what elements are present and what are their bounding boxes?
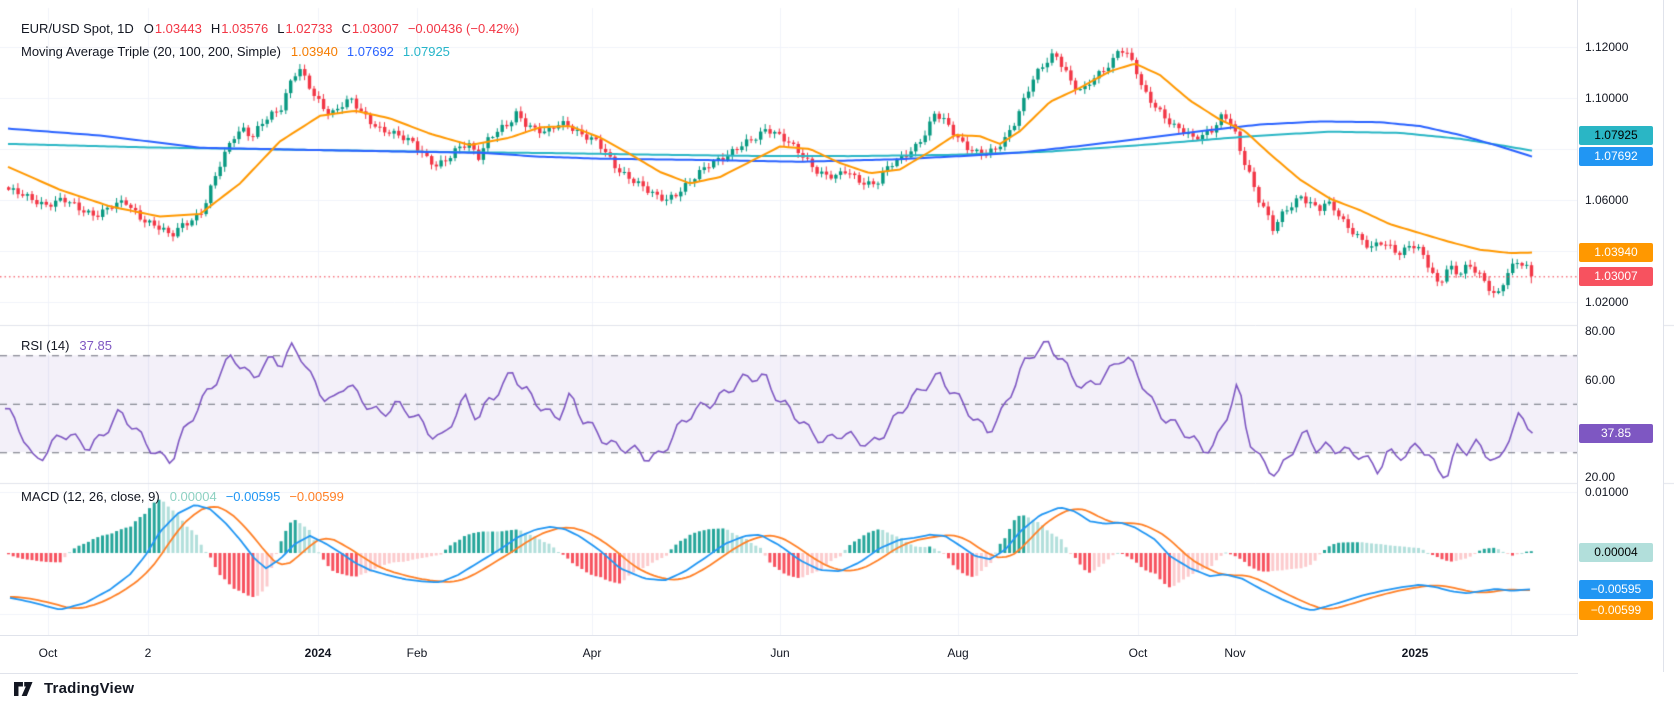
change-value: −0.00436 (−0.42%) xyxy=(408,21,519,36)
symbol-title[interactable]: EUR/USD Spot, 1D xyxy=(21,21,134,36)
time-axis[interactable]: Oct 2 2024 Feb Apr Jun Aug Oct Nov 2025 xyxy=(0,635,1578,674)
price-badge: 1.07692 xyxy=(1579,147,1653,166)
rsi-axis-label: 80.00 xyxy=(1585,323,1615,339)
ma20-value: 1.03940 xyxy=(291,44,338,59)
macd-hist-value: 0.00004 xyxy=(170,489,217,504)
macd-legend: MACD (12, 26, close, 9) 0.00004 −0.00595… xyxy=(21,489,353,504)
macd-signal-value: −0.00599 xyxy=(289,489,344,504)
price-axis-label: 1.10000 xyxy=(1585,90,1628,106)
ohlc-high: H1.03576 xyxy=(211,21,268,36)
time-axis-label: 2025 xyxy=(1402,636,1429,671)
ma100-value: 1.07692 xyxy=(347,44,394,59)
macd-title[interactable]: MACD (12, 26, close, 9) xyxy=(21,489,160,504)
time-axis-label: 2 xyxy=(145,636,152,671)
rsi-badge: 37.85 xyxy=(1579,424,1653,443)
tradingview-logo-text: TradingView xyxy=(44,680,134,697)
ohlc-close: C1.03007 xyxy=(341,21,398,36)
time-axis-label: Jun xyxy=(770,636,789,671)
macd-axis-label: 0.01000 xyxy=(1585,484,1628,500)
symbol-legend: EUR/USD Spot, 1D O1.03443 H1.03576 L1.02… xyxy=(21,21,528,36)
macd-badge: −0.00599 xyxy=(1579,601,1653,620)
rsi-axis-label: 20.00 xyxy=(1585,469,1615,485)
ohlc-low: L1.02733 xyxy=(277,21,332,36)
time-axis-label: Nov xyxy=(1224,636,1245,671)
rsi-title[interactable]: RSI (14) xyxy=(21,338,69,353)
rsi-axis-label: 60.00 xyxy=(1585,372,1615,388)
time-axis-label: Oct xyxy=(1129,636,1148,671)
time-axis-label: Aug xyxy=(947,636,968,671)
price-axis-label: 1.02000 xyxy=(1585,294,1628,310)
rsi-legend: RSI (14) 37.85 xyxy=(21,338,121,353)
macd-line-value: −0.00595 xyxy=(226,489,281,504)
macd-badge: −0.00595 xyxy=(1579,580,1653,599)
rsi-value: 37.85 xyxy=(79,338,112,353)
time-axis-label: 2024 xyxy=(305,636,332,671)
time-axis-label: Feb xyxy=(407,636,428,671)
tradingview-logo-icon xyxy=(14,681,37,697)
price-axis-label: 1.06000 xyxy=(1585,192,1628,208)
time-axis-label: Oct xyxy=(39,636,58,671)
chart-canvas[interactable] xyxy=(0,0,1674,718)
price-axis-label: 1.12000 xyxy=(1585,39,1628,55)
price-axis[interactable]: 1.12000 1.10000 1.06000 1.02000 80.00 60.00 20… xyxy=(1577,0,1664,672)
price-badge: 1.03007 xyxy=(1579,267,1653,286)
tradingview-chart-page: { "colors": { "up": "#089981", "down": "… xyxy=(0,0,1674,718)
ma-title[interactable]: Moving Average Triple (20, 100, 200, Sim… xyxy=(21,44,281,59)
price-badge: 1.07925 xyxy=(1579,126,1653,145)
ohlc-open: O1.03443 xyxy=(144,21,202,36)
macd-badge: 0.00004 xyxy=(1579,543,1653,562)
price-badge: 1.03940 xyxy=(1579,243,1653,262)
tradingview-logo[interactable]: TradingView xyxy=(14,680,134,697)
ma200-value: 1.07925 xyxy=(403,44,450,59)
ma-legend: Moving Average Triple (20, 100, 200, Sim… xyxy=(21,44,459,59)
time-axis-label: Apr xyxy=(583,636,602,671)
